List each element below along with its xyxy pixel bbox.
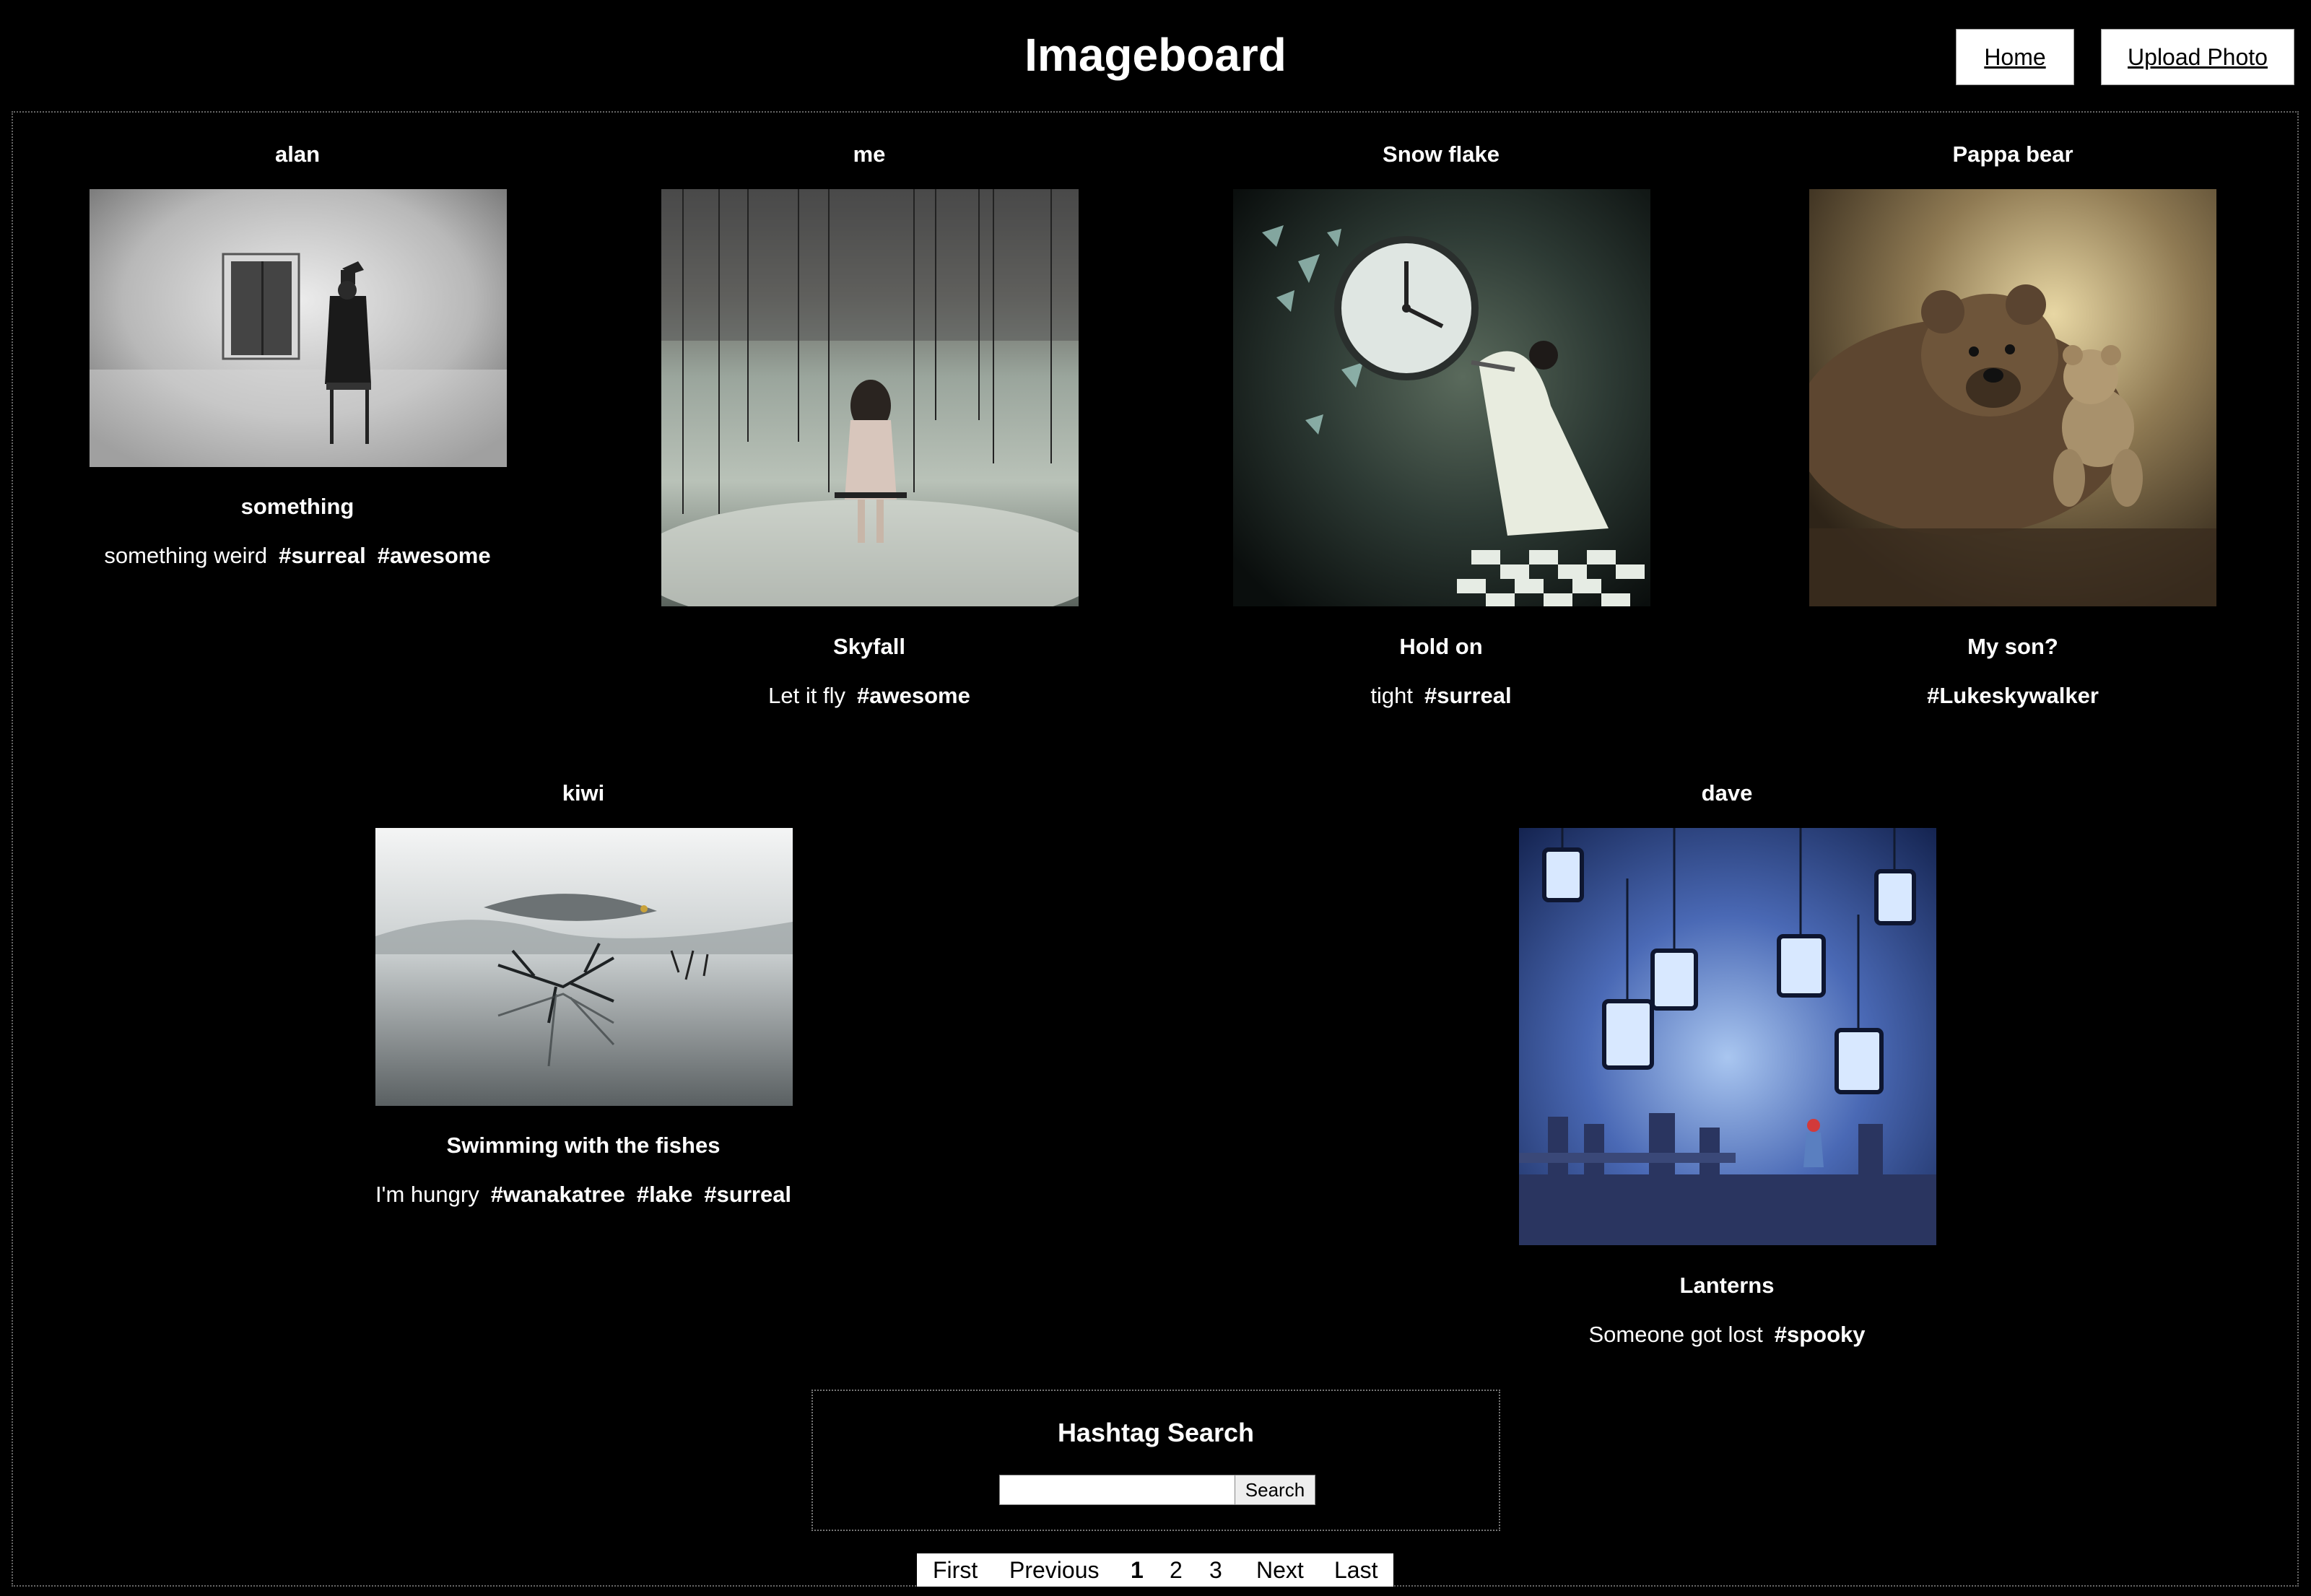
card-username: Pappa bear (1952, 141, 2073, 167)
hashtag-link[interactable]: #spooky (1775, 1322, 1866, 1347)
pagination: First Previous 1 2 3 Next Last (917, 1553, 1393, 1587)
photo-card[interactable]: kiwi Swimming with the fishes I'm hungry… (303, 776, 863, 1238)
page-link-1[interactable]: 1 (1131, 1553, 1144, 1587)
previous-page-link[interactable]: Previous (1009, 1553, 1100, 1587)
hashtag-link[interactable]: #wanakatree (491, 1182, 625, 1207)
last-page-link[interactable]: Last (1334, 1553, 1378, 1587)
description-text: Someone got lost (1588, 1322, 1763, 1347)
page-link-3[interactable]: 3 (1209, 1553, 1222, 1587)
hashtag-link[interactable]: #awesome (857, 683, 970, 708)
next-page-link[interactable]: Next (1256, 1553, 1304, 1587)
hashtag-search-panel: Hashtag Search Search (811, 1390, 1500, 1531)
card-photo[interactable] (375, 828, 793, 1106)
card-username: alan (274, 141, 321, 167)
search-heading: Hashtag Search (1057, 1418, 1255, 1447)
description-text: tight (1370, 683, 1413, 708)
search-button[interactable]: Search (1235, 1475, 1315, 1505)
hashtag-link[interactable]: #Lukeskywalker (1927, 683, 2099, 708)
home-button[interactable]: Home (1956, 29, 2074, 85)
card-title: Hold on (1399, 634, 1483, 659)
hashtag-link[interactable]: #awesome (378, 543, 491, 568)
card-description: #Lukeskywalker (1733, 681, 2293, 710)
card-username: kiwi (562, 780, 605, 806)
card-title: Lanterns (1679, 1273, 1775, 1298)
card-username: Snow flake (1383, 141, 1500, 167)
photo-card[interactable]: me Skyfall Let it fly #awesome (589, 137, 1149, 729)
page-link-2[interactable]: 2 (1170, 1553, 1183, 1587)
card-photo[interactable] (661, 189, 1079, 606)
first-page-link[interactable]: First (933, 1553, 978, 1587)
card-description: something weird #surreal #awesome (17, 541, 578, 570)
card-description: Let it fly #awesome (589, 681, 1149, 710)
card-photo[interactable] (1809, 189, 2216, 606)
description-text: I'm hungry (375, 1182, 479, 1207)
card-photo[interactable] (1233, 189, 1650, 606)
hashtag-link[interactable]: #surreal (704, 1182, 791, 1207)
hashtag-link[interactable]: #lake (637, 1182, 693, 1207)
hashtag-link[interactable]: #surreal (1424, 683, 1512, 708)
photo-card[interactable]: Pappa bear My son? #Lukeskywalker (1733, 137, 2293, 729)
card-title: Skyfall (833, 634, 905, 659)
card-photo[interactable] (1519, 828, 1936, 1245)
hashtag-link[interactable]: #surreal (279, 543, 366, 568)
card-username: me (853, 141, 886, 167)
card-description: tight #surreal (1161, 681, 1721, 710)
description-text: Let it fly (768, 683, 845, 708)
photo-card[interactable]: Snow flake Hold on tight #surreal (1161, 137, 1721, 729)
card-photo[interactable] (90, 189, 507, 467)
card-username: dave (1701, 780, 1753, 806)
hashtag-search-input[interactable] (999, 1475, 1236, 1505)
card-title: something (240, 494, 354, 519)
card-title: Swimming with the fishes (446, 1133, 721, 1158)
upload-photo-button[interactable]: Upload Photo (2101, 29, 2294, 85)
card-description: I'm hungry #wanakatree #lake #surreal (303, 1180, 863, 1209)
description-text: something weird (104, 543, 268, 568)
photo-card[interactable]: dave Lanterns Someone got lost #spooky (1447, 776, 2007, 1368)
photo-card[interactable]: alan something something weird #surreal #a… (17, 137, 578, 585)
card-title: My son? (1967, 634, 2058, 659)
card-description: Someone got lost #spooky (1447, 1320, 2007, 1349)
